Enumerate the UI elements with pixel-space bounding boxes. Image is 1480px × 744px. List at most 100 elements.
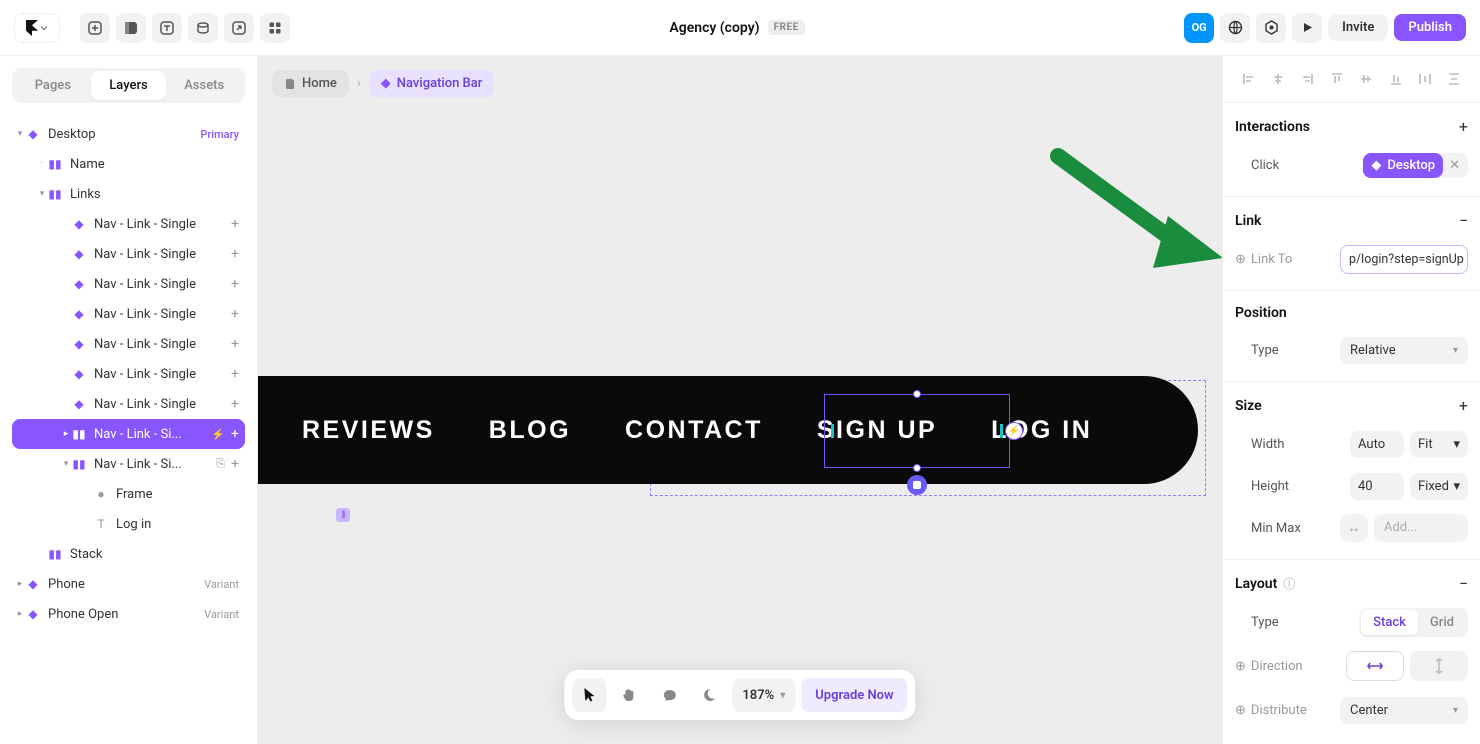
interactions-section: Interactions + Click ◆Desktop ✕ [1223, 103, 1480, 197]
tree-phone-open[interactable]: ▸◆ Phone Open Variant [12, 599, 245, 629]
align-left-icon[interactable] [1235, 66, 1262, 92]
globe-icon[interactable] [1220, 13, 1250, 43]
settings-icon[interactable] [1256, 13, 1286, 43]
add-size-icon[interactable]: + [1459, 396, 1468, 415]
crumb-home[interactable]: Home [272, 70, 349, 97]
distribute-select[interactable]: Center▾ [1340, 697, 1468, 724]
position-type-select[interactable]: Relative▾ [1340, 337, 1468, 364]
add-interaction-icon[interactable]: + [1459, 117, 1468, 136]
breadcrumbs: Home › ◆ Navigation Bar [272, 70, 494, 97]
tab-assets[interactable]: Assets [166, 71, 242, 100]
text-icon[interactable] [152, 13, 182, 43]
info-icon[interactable]: ⓘ [1283, 575, 1295, 592]
invite-button[interactable]: Invite [1328, 14, 1388, 41]
tree-name[interactable]: · ▮▮ Name [12, 149, 245, 179]
framer-logo-menu[interactable] [14, 13, 60, 43]
tree-stack[interactable]: ▮▮Stack [12, 539, 245, 569]
align-right-icon[interactable] [1294, 66, 1321, 92]
link-to-input[interactable]: p/login?step=signUp [1340, 245, 1468, 274]
hand-tool[interactable] [612, 678, 646, 712]
actions-icon[interactable] [224, 13, 254, 43]
gap-indicator-right [1000, 424, 1003, 438]
distribute-h-icon[interactable] [1411, 66, 1438, 92]
direction-vertical-button[interactable] [1410, 651, 1468, 681]
tree-nav-single-expanded[interactable]: ▾ ▮▮ Nav - Link - Si... ⎘+ [12, 449, 245, 479]
align-top-icon[interactable] [1323, 66, 1350, 92]
dark-mode-toggle[interactable] [692, 678, 726, 712]
selection-badge[interactable] [907, 475, 927, 495]
size-title: Size [1235, 398, 1262, 414]
tree-login[interactable]: TLog in [12, 509, 245, 539]
tab-pages[interactable]: Pages [15, 71, 91, 100]
tree-nav-single-selected[interactable]: ▸ ▮▮ Nav - Link - Si... ⚡+ [12, 419, 245, 449]
direction-label: Direction [1251, 659, 1303, 674]
tree-nav-single[interactable]: ◆Nav - Link - Single+ [12, 329, 245, 359]
document-title[interactable]: Agency (copy) [669, 20, 759, 36]
free-badge: FREE [768, 20, 805, 35]
tree-nav-single[interactable]: ◆Nav - Link - Single+ [12, 359, 245, 389]
canvas[interactable]: Home › ◆ Navigation Bar REVIEWS BLOG CON… [258, 56, 1222, 744]
reset-icon[interactable]: ⊕ [1235, 703, 1246, 718]
zoom-select[interactable]: 187% ▾ [732, 678, 795, 712]
resize-handle-top[interactable] [913, 390, 921, 398]
nav-item-reviews[interactable]: REVIEWS [302, 416, 435, 445]
direction-horizontal-button[interactable] [1346, 651, 1404, 681]
minmax-icon[interactable]: ↔ [1340, 514, 1368, 542]
distribute-v-icon[interactable] [1441, 66, 1468, 92]
position-title: Position [1235, 305, 1287, 321]
nav-item-contact[interactable]: CONTACT [625, 416, 763, 445]
collapse-layout-icon[interactable]: − [1459, 574, 1468, 593]
top-bar: Agency (copy) FREE OG Invite Publish [0, 0, 1480, 56]
topbar-left [14, 13, 290, 43]
align-hcenter-icon[interactable] [1264, 66, 1291, 92]
interactions-title: Interactions [1235, 119, 1310, 135]
link-title: Link [1235, 213, 1261, 229]
remove-link-icon[interactable]: − [1459, 211, 1468, 230]
preview-icon[interactable] [1292, 13, 1322, 43]
layer-tree: ▾ ◆ Desktop Primary · ▮▮ Name ▾ ▮▮ Links… [12, 119, 245, 629]
gap-control-icon[interactable] [336, 508, 350, 522]
selection-box: ⚡ [824, 394, 1010, 468]
tree-phone[interactable]: ▸◆ Phone Variant [12, 569, 245, 599]
tree-nav-single[interactable]: ◆Nav - Link - Single+ [12, 389, 245, 419]
tab-layers[interactable]: Layers [91, 71, 167, 100]
avatar[interactable]: OG [1184, 13, 1214, 43]
height-mode-select[interactable]: Fixed▾ [1410, 473, 1468, 500]
align-vcenter-icon[interactable] [1353, 66, 1380, 92]
remove-interaction-icon[interactable]: ✕ [1449, 158, 1460, 173]
nav-item-blog[interactable]: BLOG [489, 416, 571, 445]
minmax-input[interactable]: Add... [1374, 514, 1468, 542]
layout-icon[interactable] [116, 13, 146, 43]
tree-nav-single[interactable]: ◆Nav - Link - Single+ [12, 269, 245, 299]
distribute-label: Distribute [1251, 703, 1307, 718]
width-value-input[interactable]: Auto [1350, 431, 1404, 458]
insert-icon[interactable] [80, 13, 110, 43]
plugins-icon[interactable] [260, 13, 290, 43]
layout-stack-button[interactable]: Stack [1361, 610, 1418, 635]
tree-frame[interactable]: ●Frame [12, 479, 245, 509]
align-bottom-icon[interactable] [1382, 66, 1409, 92]
topbar-right: OG Invite Publish [1184, 13, 1466, 43]
reset-icon[interactable]: ⊕ [1235, 252, 1246, 267]
tree-nav-single[interactable]: ◆Nav - Link - Single+ [12, 209, 245, 239]
crumb-navbar[interactable]: ◆ Navigation Bar [369, 70, 495, 97]
right-panel: Interactions + Click ◆Desktop ✕ Link − ⊕… [1222, 56, 1480, 744]
tree-desktop[interactable]: ▾ ◆ Desktop Primary [12, 119, 245, 149]
interaction-chip[interactable]: ◆Desktop ✕ [1363, 153, 1468, 178]
layout-grid-button[interactable]: Grid [1418, 610, 1466, 635]
alignment-row [1223, 56, 1480, 103]
cursor-tool[interactable] [572, 678, 606, 712]
upgrade-button[interactable]: Upgrade Now [801, 678, 907, 712]
publish-button[interactable]: Publish [1394, 14, 1466, 41]
interaction-trigger-label: Click [1235, 158, 1279, 173]
tree-nav-single[interactable]: ◆Nav - Link - Single+ [12, 239, 245, 269]
panel-tabs: Pages Layers Assets [12, 68, 245, 103]
height-value-input[interactable]: 40 [1350, 473, 1404, 500]
cms-icon[interactable] [188, 13, 218, 43]
tree-links[interactable]: ▾ ▮▮ Links [12, 179, 245, 209]
comment-tool[interactable] [652, 678, 686, 712]
resize-handle-bottom[interactable] [913, 464, 921, 472]
tree-nav-single[interactable]: ◆Nav - Link - Single+ [12, 299, 245, 329]
reset-icon[interactable]: ⊕ [1235, 659, 1246, 674]
width-mode-select[interactable]: Fit▾ [1410, 431, 1468, 458]
